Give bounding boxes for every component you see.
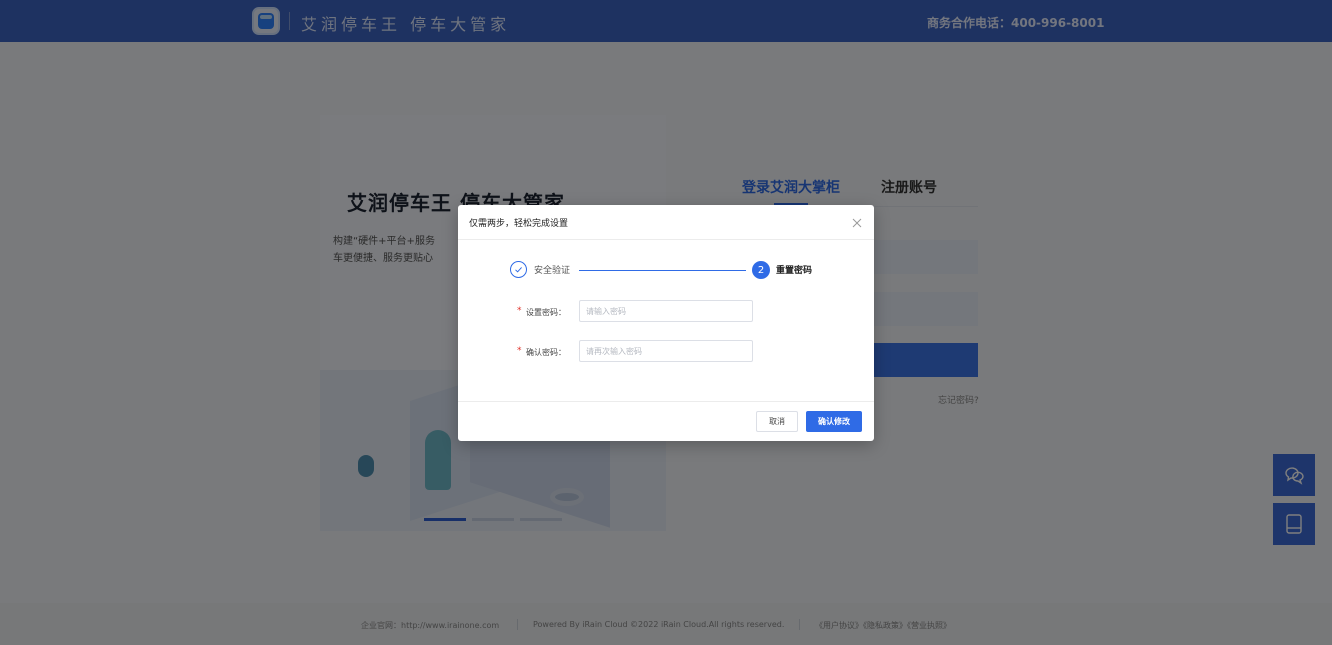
step-connector xyxy=(579,270,746,271)
close-icon[interactable] xyxy=(851,214,863,228)
confirm-password-label: 确认密码： xyxy=(526,348,566,357)
confirm-change-button[interactable]: 确认修改 xyxy=(806,411,862,432)
required-marker: * xyxy=(517,306,522,316)
step-2-label: 重置密码 xyxy=(776,266,813,276)
dialog-header-divider xyxy=(458,239,874,240)
new-password-input[interactable] xyxy=(579,300,753,322)
confirm-password-input[interactable] xyxy=(579,340,753,362)
step-2-number: 2 xyxy=(752,261,770,279)
dialog-footer-divider xyxy=(458,401,874,402)
step-done-check-icon xyxy=(510,261,527,278)
cancel-button[interactable]: 取消 xyxy=(756,411,798,432)
step-1-label: 安全验证 xyxy=(534,266,571,276)
reset-password-dialog: 仅需两步，轻松完成设置 安全验证 2 重置密码 * 设置密码： * 确认密码： … xyxy=(458,205,874,441)
dialog-title: 仅需两步，轻松完成设置 xyxy=(469,219,569,229)
new-password-label: 设置密码： xyxy=(526,308,566,317)
required-marker: * xyxy=(517,346,522,356)
